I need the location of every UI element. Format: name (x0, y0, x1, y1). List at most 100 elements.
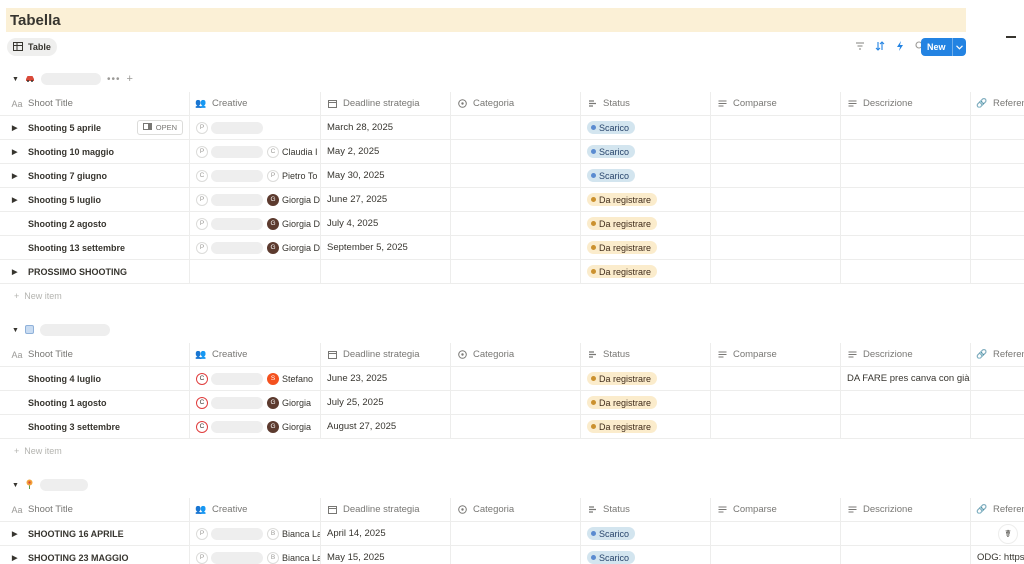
cell-status[interactable]: Da registrare (581, 415, 711, 438)
cell-comparse[interactable] (711, 546, 841, 564)
cell-shoot-title[interactable]: Shooting 13 settembre (0, 236, 190, 259)
cell-deadline[interactable]: May 15, 2025 (321, 546, 451, 564)
expand-arrow-icon[interactable]: ▶ (12, 554, 22, 562)
expand-arrow-icon[interactable]: ▶ (12, 172, 22, 180)
cell-referenze[interactable] (971, 260, 1024, 283)
group-header[interactable]: ▼ (0, 476, 1024, 494)
expand-arrow-icon[interactable]: ▶ (12, 268, 22, 276)
cell-creative[interactable]: P G Giorgia D (190, 236, 321, 259)
cell-status[interactable]: Scarico (581, 522, 711, 545)
col-header-deadline[interactable]: Deadline strategia (321, 498, 451, 521)
cell-shoot-title[interactable]: ▶ Shooting 7 giugno (0, 164, 190, 187)
cell-creative[interactable]: C G Giorgia (190, 391, 321, 414)
col-header-title[interactable]: Aa Shoot Title (0, 498, 190, 521)
cell-shoot-title[interactable]: Shooting 2 agosto (0, 212, 190, 235)
cell-categoria[interactable] (451, 212, 581, 235)
cell-categoria[interactable] (451, 164, 581, 187)
cell-referenze[interactable] (971, 415, 1024, 438)
expand-arrow-icon[interactable]: ▶ (12, 124, 22, 132)
caret-down-icon[interactable]: ▼ (12, 76, 19, 83)
cell-referenze[interactable] (971, 236, 1024, 259)
col-header-referenze[interactable]: 🔗 Referen (971, 92, 1024, 115)
cell-deadline[interactable]: June 23, 2025 (321, 367, 451, 390)
expand-arrow-icon[interactable]: ▶ (12, 148, 22, 156)
col-header-descrizione[interactable]: Descrizione (841, 498, 971, 521)
cell-deadline[interactable]: May 2, 2025 (321, 140, 451, 163)
cell-creative[interactable]: P (190, 116, 321, 139)
cell-status[interactable]: Da registrare (581, 367, 711, 390)
col-header-creative[interactable]: 👥 Creative (190, 343, 321, 366)
cell-shoot-title[interactable]: Shooting 3 settembre (0, 415, 190, 438)
cell-comparse[interactable] (711, 140, 841, 163)
cell-status[interactable]: Scarico (581, 140, 711, 163)
cell-referenze[interactable] (971, 391, 1024, 414)
more-options-icon[interactable]: ••• (107, 74, 121, 85)
cell-creative[interactable]: C S Stefano (190, 367, 321, 390)
group-header[interactable]: ▼ (0, 321, 1024, 339)
cell-creative[interactable]: P G Giorgia D (190, 212, 321, 235)
cell-shoot-title[interactable]: ▶ SHOOTING 23 MAGGIO (0, 546, 190, 564)
tab-table-view[interactable]: Table (7, 38, 57, 56)
table-row[interactable]: ▶ Shooting 10 maggio P C Claudia I May 2, 202… (0, 140, 1024, 164)
cell-deadline[interactable]: September 5, 2025 (321, 236, 451, 259)
cell-comparse[interactable] (711, 367, 841, 390)
cell-deadline[interactable]: August 27, 2025 (321, 415, 451, 438)
open-button[interactable]: OPEN (136, 120, 183, 135)
cell-creative[interactable]: P B Bianca La (190, 522, 321, 545)
cell-categoria[interactable] (451, 188, 581, 211)
group-header[interactable]: ▼ ••• + (0, 70, 1024, 88)
cell-shoot-title[interactable]: Shooting 4 luglio (0, 367, 190, 390)
cell-comparse[interactable] (711, 116, 841, 139)
new-item-button[interactable]: + New item (0, 284, 1024, 308)
col-header-comparse[interactable]: Comparse (711, 343, 841, 366)
table-row[interactable]: ▶ Shooting 5 aprile OPEN P March 28, 2025 Sca… (0, 116, 1024, 140)
cell-descrizione[interactable] (841, 415, 971, 438)
cell-status[interactable]: Scarico (581, 164, 711, 187)
cell-deadline[interactable]: July 4, 2025 (321, 212, 451, 235)
cell-referenze[interactable] (971, 212, 1024, 235)
cell-categoria[interactable] (451, 116, 581, 139)
cell-status[interactable]: Scarico (581, 546, 711, 564)
minimize-icon[interactable] (1006, 36, 1016, 38)
col-header-deadline[interactable]: Deadline strategia (321, 343, 451, 366)
col-header-deadline[interactable]: Deadline strategia (321, 92, 451, 115)
col-header-comparse[interactable]: Comparse (711, 498, 841, 521)
cell-creative[interactable]: P C Claudia I (190, 140, 321, 163)
cell-descrizione[interactable] (841, 116, 971, 139)
new-button[interactable]: New (921, 38, 966, 56)
cell-shoot-title[interactable]: Shooting 1 agosto (0, 391, 190, 414)
cell-status[interactable]: Da registrare (581, 188, 711, 211)
cell-deadline[interactable]: July 25, 2025 (321, 391, 451, 414)
cell-deadline[interactable]: April 14, 2025 (321, 522, 451, 545)
cell-status[interactable]: Da registrare (581, 391, 711, 414)
table-row[interactable]: ▶ Shooting 5 luglio P G Giorgia D June 27, 20… (0, 188, 1024, 212)
caret-down-icon[interactable]: ▼ (12, 482, 19, 489)
cell-descrizione[interactable] (841, 522, 971, 545)
cell-creative[interactable]: P B Bianca La (190, 546, 321, 564)
cell-descrizione[interactable] (841, 164, 971, 187)
cell-descrizione[interactable] (841, 212, 971, 235)
cell-comparse[interactable] (711, 260, 841, 283)
col-header-categoria[interactable]: Categoria (451, 92, 581, 115)
cell-creative[interactable]: P G Giorgia D (190, 188, 321, 211)
col-header-categoria[interactable]: Categoria (451, 343, 581, 366)
cell-status[interactable]: Scarico (581, 116, 711, 139)
cell-descrizione[interactable] (841, 236, 971, 259)
table-row[interactable]: ▶ SHOOTING 16 APRILE P B Bianca La April 14, … (0, 522, 1024, 546)
col-header-referenze[interactable]: 🔗 Referen (971, 343, 1024, 366)
cell-comparse[interactable] (711, 522, 841, 545)
cell-referenze[interactable] (971, 367, 1024, 390)
caret-down-icon[interactable]: ▼ (12, 327, 19, 334)
cell-referenze[interactable] (971, 188, 1024, 211)
lightning-icon[interactable] (894, 40, 906, 52)
add-icon[interactable]: + (126, 73, 132, 85)
col-header-status[interactable]: Status (581, 92, 711, 115)
cell-comparse[interactable] (711, 212, 841, 235)
col-header-creative[interactable]: 👥 Creative (190, 92, 321, 115)
col-header-referenze[interactable]: 🔗 Referen (971, 498, 1024, 521)
cell-descrizione[interactable] (841, 546, 971, 564)
cell-status[interactable]: Da registrare (581, 236, 711, 259)
cell-referenze[interactable] (971, 164, 1024, 187)
cell-descrizione[interactable] (841, 391, 971, 414)
chevron-down-icon[interactable] (952, 38, 966, 56)
